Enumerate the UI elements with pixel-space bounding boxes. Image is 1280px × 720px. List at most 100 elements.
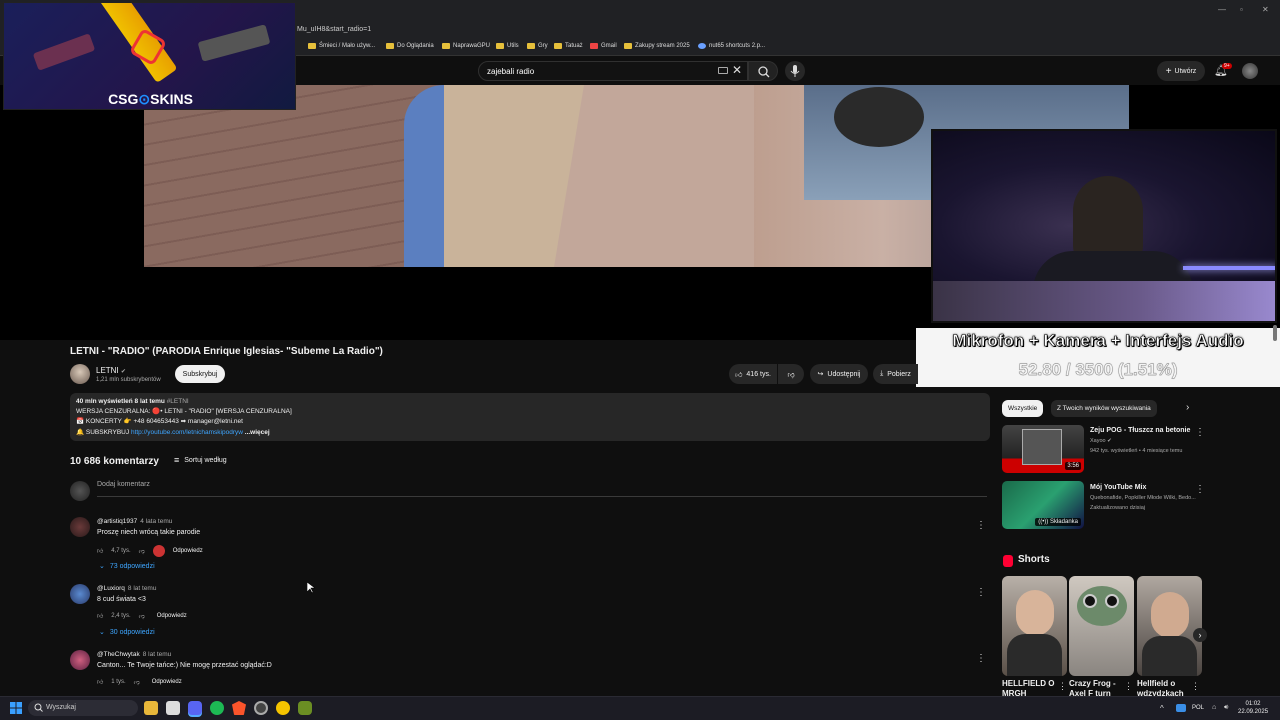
share-arrow-icon: ↪ bbox=[817, 371, 824, 378]
description-link[interactable]: http://youtube.com/letnichamskipodryw bbox=[131, 429, 243, 436]
comment-author[interactable]: @artistiq1937 4 lata temu bbox=[97, 518, 172, 525]
account-avatar[interactable] bbox=[1242, 63, 1258, 79]
replies-toggle[interactable]: ⌄ 73 odpowiedzi bbox=[99, 562, 155, 571]
video-description[interactable]: 40 mln wyświetleń 8 lat temu #LETNI WERS… bbox=[70, 393, 990, 441]
recommendation-title[interactable]: Zeju POG - Tłuszcz na betonie bbox=[1090, 427, 1200, 434]
bookmark-item[interactable]: NaprawaGPU bbox=[442, 43, 490, 49]
volume-icon[interactable]: 🔊︎ bbox=[1224, 704, 1228, 712]
voice-search-button[interactable] bbox=[785, 61, 805, 81]
reply-button[interactable]: Odpowiedz bbox=[173, 548, 203, 554]
rifle-image bbox=[197, 24, 271, 62]
maximize-icon[interactable]: ▫ bbox=[1240, 5, 1243, 14]
bookmark-item[interactable]: Do Oglądania bbox=[386, 43, 434, 49]
short-menu-icon[interactable]: ⋮ bbox=[1124, 681, 1133, 692]
short-thumbnail[interactable] bbox=[1002, 576, 1067, 676]
body-image bbox=[1007, 634, 1062, 676]
file-explorer-icon[interactable] bbox=[144, 701, 158, 715]
url-text[interactable]: Mu_uIH8&start_radio=1 bbox=[297, 26, 371, 33]
share-button[interactable]: ↪ Udostępnij bbox=[810, 364, 868, 384]
store-icon[interactable] bbox=[166, 701, 180, 715]
channel-name[interactable]: LETNI ✔ bbox=[96, 366, 126, 375]
subscribe-button[interactable]: Subskrybuj bbox=[175, 365, 225, 383]
comment-avatar[interactable] bbox=[70, 650, 90, 670]
discord-icon[interactable] bbox=[188, 701, 202, 715]
minimize-icon[interactable]: — bbox=[1218, 5, 1226, 14]
chevron-right-icon[interactable]: › bbox=[1186, 402, 1189, 413]
thumbs-down-icon[interactable]: 👎︎ bbox=[139, 547, 145, 555]
short-thumbnail[interactable] bbox=[1069, 576, 1134, 676]
shorts-next-button[interactable]: › bbox=[1193, 628, 1207, 642]
download-button[interactable]: ⤓ Pobierz bbox=[873, 364, 918, 384]
bookmark-item[interactable]: nut65 shortcuts 2.p... bbox=[698, 43, 765, 49]
scrollbar[interactable] bbox=[1273, 325, 1277, 341]
sort-button[interactable]: ≡ Sortuj według bbox=[174, 455, 227, 465]
keyboard-icon[interactable] bbox=[718, 67, 728, 74]
show-more-button[interactable]: ...więcej bbox=[245, 429, 270, 436]
bookmark-item[interactable]: Śmieci / Mało używ... bbox=[308, 43, 375, 49]
search-icon bbox=[758, 66, 770, 78]
comment-avatar[interactable] bbox=[70, 584, 90, 604]
comment-menu-icon[interactable]: ⋮ bbox=[976, 653, 986, 664]
spotify-icon[interactable] bbox=[210, 701, 224, 715]
reply-button[interactable]: Odpowiedz bbox=[157, 613, 187, 619]
bookmark-item[interactable]: Zakupy stream 2025 bbox=[624, 43, 690, 49]
target-icon: ⊙ bbox=[138, 91, 151, 107]
clear-search-icon[interactable]: ✕ bbox=[732, 63, 742, 77]
clock[interactable]: 01:02 22.09.2025 bbox=[1238, 700, 1268, 716]
add-comment-input[interactable]: Dodaj komentarz bbox=[97, 481, 150, 488]
thumbs-up-icon[interactable]: 👍︎ bbox=[97, 547, 103, 555]
chip-all[interactable]: Wszystkie bbox=[1002, 400, 1044, 417]
thumbs-down-icon[interactable]: 👎︎ bbox=[134, 678, 140, 686]
recommendation-menu-icon[interactable]: ⋮ bbox=[1195, 427, 1205, 438]
comment-menu-icon[interactable]: ⋮ bbox=[976, 587, 986, 598]
mix-badge: ((•)) Składanka bbox=[1035, 518, 1081, 526]
app-icon[interactable] bbox=[298, 701, 312, 715]
comment-actions: 👍︎ 2,4 tys. 👎︎ Odpowiedz bbox=[97, 612, 187, 620]
reply-button[interactable]: Odpowiedz bbox=[152, 679, 182, 685]
chip-from-search[interactable]: Z Twoich wyników wyszukiwania bbox=[1051, 400, 1157, 417]
recommendation-title[interactable]: Mój YouTube Mix bbox=[1090, 484, 1200, 491]
language-indicator[interactable]: POL bbox=[1192, 705, 1204, 711]
comment-text: Canton... Te Twoje tańce:) Nie mogę prze… bbox=[97, 662, 272, 669]
short-menu-icon[interactable]: ⋮ bbox=[1058, 681, 1067, 692]
thumbs-up-icon[interactable]: 👍︎ bbox=[97, 612, 103, 620]
recommendation-menu-icon[interactable]: ⋮ bbox=[1195, 484, 1205, 495]
comment-menu-icon[interactable]: ⋮ bbox=[976, 520, 986, 531]
short-menu-icon[interactable]: ⋮ bbox=[1191, 681, 1200, 692]
create-button[interactable]: + Utwórz bbox=[1157, 61, 1205, 81]
thumbs-up-icon[interactable]: 👍︎ bbox=[97, 678, 103, 686]
comments-count: 10 686 komentarzy bbox=[70, 456, 159, 467]
mix-thumbnail[interactable]: ((•)) Składanka bbox=[1002, 481, 1084, 529]
folder-icon bbox=[624, 43, 632, 49]
obs-icon[interactable] bbox=[254, 701, 268, 715]
comment-avatar[interactable] bbox=[70, 517, 90, 537]
close-window-icon[interactable]: ✕ bbox=[1262, 5, 1269, 14]
body-image bbox=[1142, 636, 1197, 676]
replies-toggle[interactable]: ⌄ 30 odpowiedzi bbox=[99, 628, 155, 637]
webcam-overlay bbox=[931, 129, 1277, 323]
comment-author[interactable]: @Luxiorq 8 lat temu bbox=[97, 585, 156, 592]
short-thumbnail[interactable] bbox=[1137, 576, 1202, 676]
mouse-cursor-icon bbox=[307, 582, 315, 594]
bookmark-item[interactable]: Tatuaż bbox=[554, 43, 583, 49]
search-input[interactable]: zajebali radio bbox=[478, 61, 748, 81]
bookmark-item[interactable]: Gry bbox=[527, 43, 548, 49]
bookmark-item[interactable]: Gmail bbox=[590, 43, 617, 49]
dislike-button[interactable]: 👎︎ bbox=[778, 364, 804, 384]
thumbs-up-icon: 👍︎ bbox=[735, 371, 743, 379]
network-icon[interactable]: ⌂ bbox=[1212, 704, 1216, 711]
search-button[interactable] bbox=[748, 61, 778, 81]
comment-author[interactable]: @TheChwytak 8 lat temu bbox=[97, 651, 171, 658]
taskbar-search-input[interactable]: Wyszukaj bbox=[28, 700, 138, 716]
app-icon[interactable] bbox=[276, 701, 290, 715]
like-button[interactable]: 👍︎ 416 tys. bbox=[729, 364, 777, 384]
bookmark-item[interactable]: Utils bbox=[496, 43, 519, 49]
thumbs-down-icon[interactable]: 👎︎ bbox=[139, 612, 145, 620]
shorts-icon bbox=[1003, 555, 1013, 567]
recommendation-thumbnail[interactable]: 3:56 bbox=[1002, 425, 1084, 473]
windows-start-icon[interactable] bbox=[10, 702, 22, 714]
tray-app-icon[interactable] bbox=[1176, 704, 1186, 712]
tray-chevron-icon[interactable]: ^ bbox=[1160, 704, 1164, 713]
subscriber-count: 1,21 mln subskrybentów bbox=[96, 377, 161, 383]
channel-avatar[interactable] bbox=[70, 364, 90, 384]
